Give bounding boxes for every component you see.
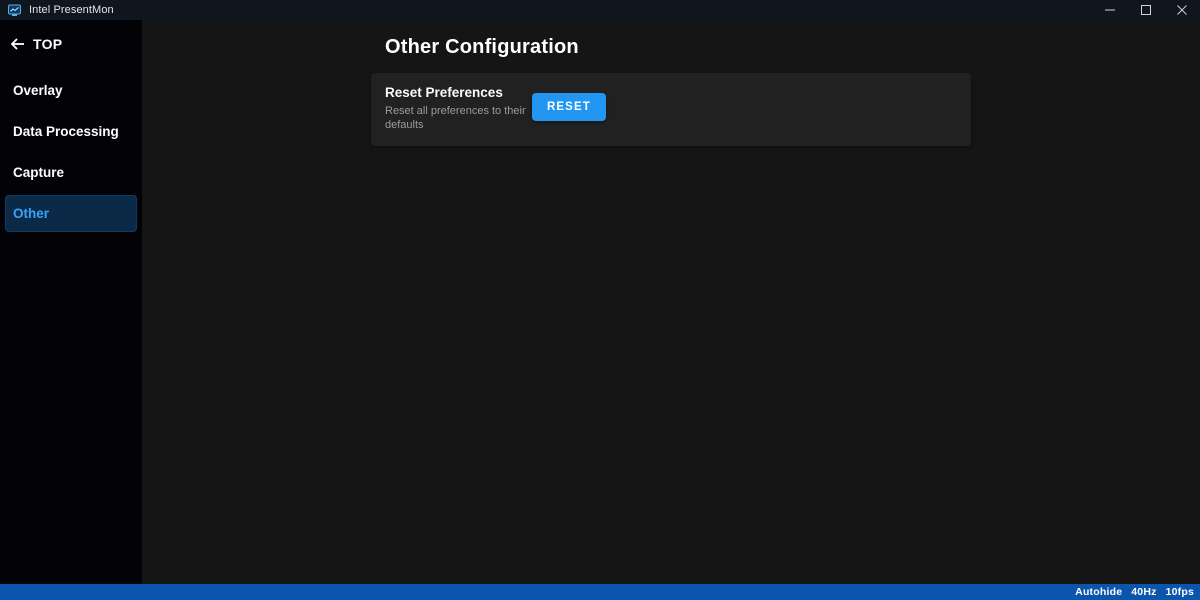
back-nav-top[interactable]: TOP: [0, 31, 142, 57]
close-icon: [1177, 5, 1187, 15]
back-nav-label: TOP: [33, 36, 62, 52]
sidebar: TOP Overlay Data Processing Capture Othe…: [0, 20, 142, 584]
title-bar: Intel PresentMon: [0, 0, 1200, 20]
minimize-button[interactable]: [1092, 0, 1128, 20]
reset-preferences-title: Reset Preferences: [385, 85, 532, 100]
maximize-button[interactable]: [1128, 0, 1164, 20]
sidebar-item-other[interactable]: Other: [5, 195, 137, 232]
sidebar-item-capture[interactable]: Capture: [5, 152, 137, 193]
status-fps: 10fps: [1166, 586, 1194, 598]
sidebar-item-label: Other: [13, 206, 49, 221]
maximize-icon: [1141, 5, 1151, 15]
reset-preferences-card: Reset Preferences Reset all preferences …: [371, 73, 971, 146]
presentmon-app-icon: [8, 4, 21, 17]
reset-preferences-subtitle: Reset all preferences to their defaults: [385, 104, 532, 132]
back-arrow-icon: [10, 36, 26, 52]
sidebar-item-data-processing[interactable]: Data Processing: [5, 111, 137, 152]
sidebar-item-overlay[interactable]: Overlay: [5, 70, 137, 111]
content-column: Other Configuration Reset Preferences Re…: [371, 36, 971, 146]
sidebar-nav-list: Overlay Data Processing Capture Other: [0, 70, 142, 232]
minimize-icon: [1105, 5, 1115, 15]
reset-button[interactable]: RESET: [532, 93, 606, 121]
body-row: TOP Overlay Data Processing Capture Othe…: [0, 20, 1200, 584]
page-title: Other Configuration: [385, 36, 971, 59]
status-refresh-rate: 40Hz: [1131, 586, 1156, 598]
status-autohide: Autohide: [1075, 586, 1122, 598]
status-bar: Autohide 40Hz 10fps: [0, 584, 1200, 600]
app-window: Intel PresentMon: [0, 0, 1200, 600]
window-title: Intel PresentMon: [29, 4, 114, 16]
close-button[interactable]: [1164, 0, 1200, 20]
sidebar-item-label: Data Processing: [13, 124, 119, 139]
sidebar-item-label: Capture: [13, 165, 64, 180]
sidebar-item-label: Overlay: [13, 83, 63, 98]
reset-preferences-text-block: Reset Preferences Reset all preferences …: [385, 85, 532, 132]
main-content: Other Configuration Reset Preferences Re…: [142, 20, 1200, 584]
